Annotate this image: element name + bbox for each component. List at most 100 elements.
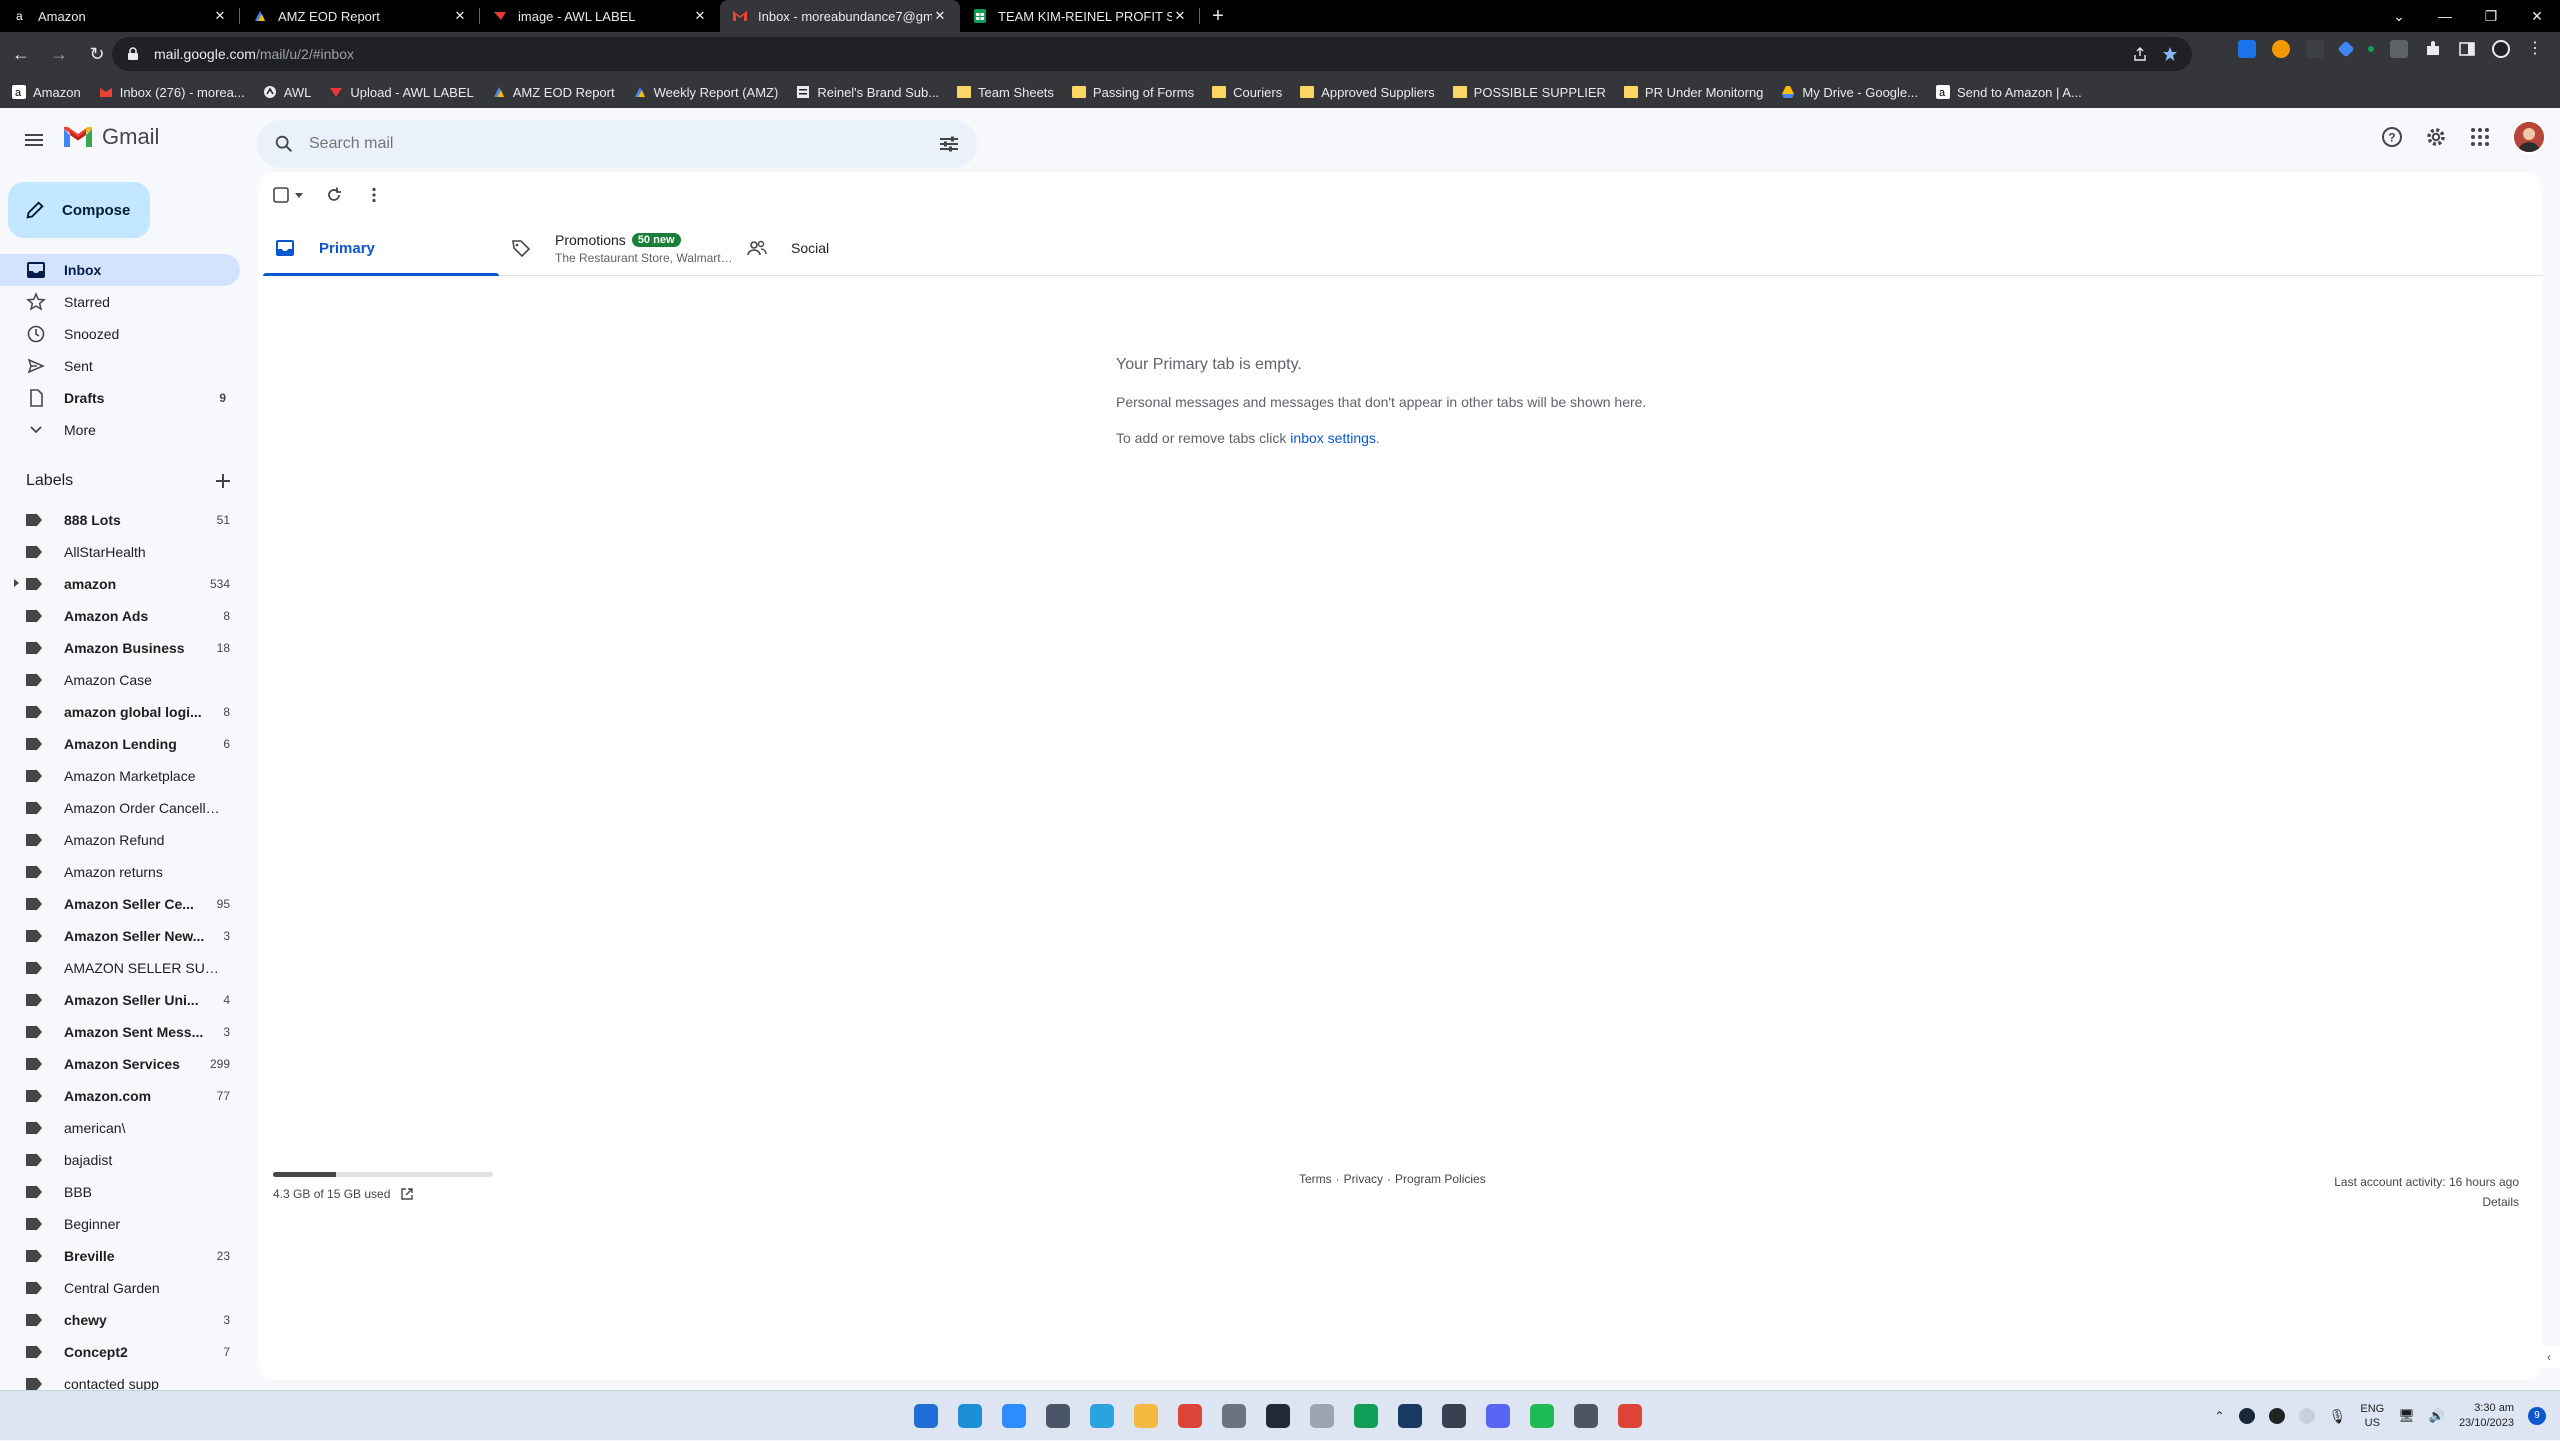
- program-policies-link[interactable]: Program Policies: [1395, 1172, 1486, 1186]
- menu-icon[interactable]: [22, 128, 46, 152]
- extension-icon[interactable]: [2306, 40, 2324, 58]
- telegram-icon[interactable]: [1086, 1400, 1118, 1432]
- activity-details-link[interactable]: Details: [2334, 1192, 2519, 1212]
- tab-social[interactable]: Social: [735, 220, 971, 276]
- forward-button[interactable]: →: [42, 37, 76, 71]
- pinwheel-icon[interactable]: [1306, 1400, 1338, 1432]
- extension-icon[interactable]: [2272, 40, 2290, 58]
- chrome-active-icon[interactable]: [1614, 1400, 1646, 1432]
- open-external-icon[interactable]: [400, 1187, 414, 1201]
- label-item[interactable]: Amazon Seller Uni... 4: [0, 984, 256, 1016]
- label-item[interactable]: Amazon Case: [0, 664, 256, 696]
- bookmark-item[interactable]: Reinel's Brand Sub...: [796, 85, 939, 100]
- bookmark-item[interactable]: AWL: [263, 85, 311, 100]
- search-options-icon[interactable]: [937, 132, 961, 156]
- label-item[interactable]: Amazon Refund: [0, 824, 256, 856]
- chrome-menu-icon[interactable]: ⋮: [2526, 40, 2544, 58]
- select-all-checkbox[interactable]: [273, 187, 303, 203]
- label-item[interactable]: Amazon returns: [0, 856, 256, 888]
- extension-icon[interactable]: [2337, 40, 2355, 58]
- search-icon[interactable]: [273, 133, 295, 155]
- pinwheel-tray-icon[interactable]: [2298, 1408, 2315, 1424]
- nav-item-more[interactable]: More: [0, 414, 240, 446]
- new-tab-button[interactable]: +: [1202, 0, 1234, 32]
- search-bar[interactable]: [257, 120, 977, 168]
- side-panel-icon[interactable]: [2458, 40, 2476, 58]
- bookmark-item[interactable]: Upload - AWL LABEL: [329, 85, 474, 100]
- spotify-icon[interactable]: [1526, 1400, 1558, 1432]
- nav-item-sent[interactable]: Sent: [0, 350, 240, 382]
- volume-icon[interactable]: 🔊: [2429, 1408, 2445, 1424]
- bookmark-item[interactable]: a Amazon: [12, 85, 81, 100]
- label-item[interactable]: american\: [0, 1112, 256, 1144]
- label-item[interactable]: Amazon Seller New... 3: [0, 920, 256, 952]
- microphone-icon[interactable]: 🎙: [2329, 1408, 2347, 1425]
- side-panel-toggle[interactable]: ‹: [2538, 1346, 2560, 1368]
- show-hidden-icons[interactable]: ⌃: [2215, 1409, 2225, 1423]
- label-item[interactable]: bajadist: [0, 1144, 256, 1176]
- nav-item-drafts[interactable]: Drafts 9: [0, 382, 240, 414]
- close-tab-icon[interactable]: ✕: [1172, 8, 1188, 24]
- meet-icon[interactable]: [1350, 1400, 1382, 1432]
- file-explorer-icon[interactable]: [1130, 1400, 1162, 1432]
- account-avatar[interactable]: [2512, 120, 2546, 154]
- bookmark-item[interactable]: a Send to Amazon | A...: [1936, 85, 2082, 100]
- bookmark-folder[interactable]: POSSIBLE SUPPLIER: [1452, 85, 1606, 100]
- restore-button[interactable]: ❐: [2468, 0, 2514, 32]
- add-label-icon[interactable]: [214, 472, 232, 490]
- label-item[interactable]: Beginner: [0, 1208, 256, 1240]
- browser-tab-awl-label[interactable]: image - AWL LABEL ✕: [480, 0, 720, 32]
- language-indicator[interactable]: ENG US: [2360, 1402, 2384, 1430]
- label-item[interactable]: AMAZON SELLER SUPP...: [0, 952, 256, 984]
- label-item[interactable]: Amazon Marketplace: [0, 760, 256, 792]
- label-item[interactable]: AllStarHealth: [0, 536, 256, 568]
- label-item[interactable]: Amazon Order Cancella...: [0, 792, 256, 824]
- more-vert-icon[interactable]: [365, 186, 383, 204]
- extension-icon[interactable]: [2238, 40, 2256, 58]
- label-item[interactable]: Amazon Ads 8: [0, 600, 256, 632]
- nav-item-inbox[interactable]: Inbox: [0, 254, 240, 286]
- search-input[interactable]: [309, 135, 869, 153]
- virtualbox-icon[interactable]: [1394, 1400, 1426, 1432]
- close-window-button[interactable]: ✕: [2514, 0, 2560, 32]
- bookmark-folder[interactable]: Passing of Forms: [1071, 85, 1194, 100]
- system-clock[interactable]: 3:30 am 23/10/2023: [2459, 1401, 2514, 1431]
- steam-icon[interactable]: [2238, 1408, 2255, 1424]
- inbox-settings-link[interactable]: inbox settings: [1290, 430, 1376, 446]
- notification-badge[interactable]: 9: [2528, 1407, 2546, 1425]
- bookmark-folder[interactable]: Couriers: [1212, 85, 1282, 100]
- obs-icon[interactable]: [1262, 1400, 1294, 1432]
- label-item[interactable]: Central Garden: [0, 1272, 256, 1304]
- tab-promotions[interactable]: Promotions 50 new The Restaurant Store, W…: [499, 220, 735, 276]
- tab-search-icon[interactable]: ⌄: [2376, 0, 2422, 32]
- discord-icon[interactable]: [1482, 1400, 1514, 1432]
- close-tab-icon[interactable]: ✕: [452, 8, 468, 24]
- checklist-icon[interactable]: [1438, 1400, 1470, 1432]
- nav-item-starred[interactable]: Starred: [0, 286, 240, 318]
- bookmark-item[interactable]: Weekly Report (AMZ): [633, 85, 778, 100]
- bookmark-star-icon[interactable]: [2162, 46, 2178, 62]
- label-item[interactable]: amazon 534: [0, 568, 256, 600]
- reload-button[interactable]: ↻: [80, 37, 114, 71]
- zoom-icon[interactable]: [998, 1400, 1030, 1432]
- profile-avatar[interactable]: [2492, 40, 2510, 58]
- extension-icon[interactable]: [2390, 40, 2408, 58]
- privacy-link[interactable]: Privacy: [1344, 1172, 1383, 1186]
- edge-icon[interactable]: [954, 1400, 986, 1432]
- bookmark-item[interactable]: AMZ EOD Report: [492, 85, 615, 100]
- browser-tab-amz-eod[interactable]: AMZ EOD Report ✕: [240, 0, 480, 32]
- help-icon[interactable]: ?: [2380, 125, 2404, 149]
- network-icon[interactable]: 🖥: [2398, 1408, 2415, 1424]
- bookmark-item[interactable]: My Drive - Google...: [1781, 85, 1918, 100]
- label-item[interactable]: chewy 3: [0, 1304, 256, 1336]
- label-item[interactable]: 888 Lots 51: [0, 504, 256, 536]
- bookmark-item[interactable]: Inbox (276) - morea...: [99, 85, 245, 100]
- remote-desktop-icon[interactable]: [1570, 1400, 1602, 1432]
- windows-start-icon[interactable]: [910, 1400, 942, 1432]
- terms-link[interactable]: Terms: [1299, 1172, 1332, 1186]
- browser-tab-amazon[interactable]: a Amazon ✕: [0, 0, 240, 32]
- bookmark-folder[interactable]: Team Sheets: [957, 85, 1054, 100]
- tab-primary[interactable]: Primary: [263, 220, 499, 276]
- calculator-icon[interactable]: [1042, 1400, 1074, 1432]
- bookmark-folder[interactable]: Approved Suppliers: [1300, 85, 1435, 100]
